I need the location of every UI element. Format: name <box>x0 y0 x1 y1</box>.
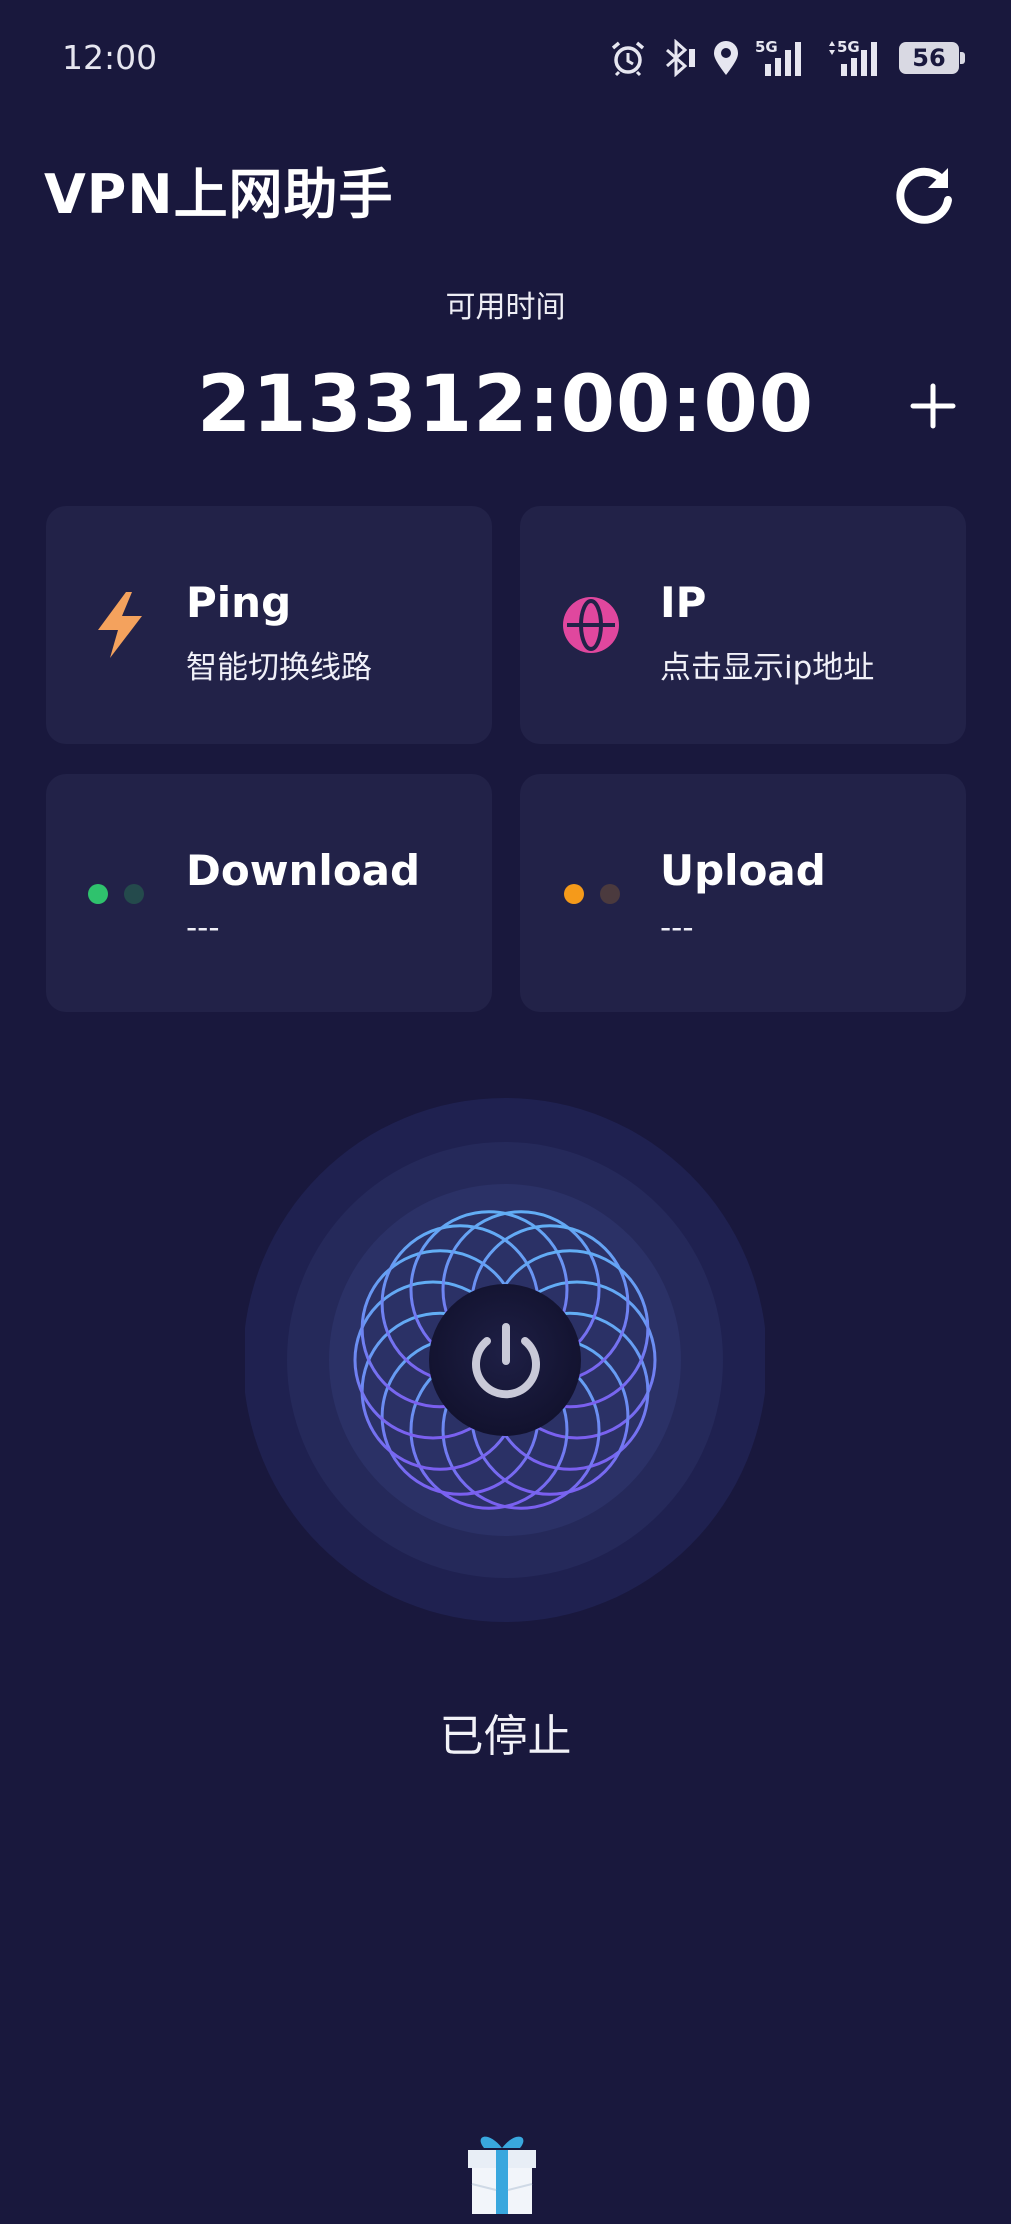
ip-card[interactable]: IP 点击显示ip地址 <box>520 506 966 744</box>
connection-status: 已停止 <box>439 1711 572 1762</box>
power-icon <box>472 1323 540 1399</box>
lightning-icon <box>98 592 142 658</box>
ip-title: IP <box>660 578 707 627</box>
location-icon <box>714 41 738 75</box>
bluetooth-icon <box>666 39 695 77</box>
app-title: VPN上网助手 <box>44 163 394 226</box>
battery-indicator: 56 <box>899 42 965 74</box>
upload-card: Upload --- <box>520 774 966 1012</box>
power-button[interactable] <box>430 1285 582 1437</box>
refresh-button[interactable] <box>890 160 960 230</box>
alarm-icon <box>611 41 645 77</box>
available-time-value: 213312:00:00 <box>196 360 815 450</box>
refresh-icon <box>896 167 952 224</box>
status-icons: 5G 5G 56 <box>609 36 965 80</box>
ping-subtitle: 智能切换线路 <box>186 650 372 686</box>
gift-button[interactable] <box>462 2128 542 2218</box>
upload-dot-inactive <box>600 884 620 904</box>
signal-5g-icon: 5G <box>755 38 813 78</box>
status-bar: 12:00 5G 5G 56 <box>0 0 1011 110</box>
download-dot-active <box>88 884 108 904</box>
ping-card[interactable]: Ping 智能切换线路 <box>46 506 492 744</box>
download-value: --- <box>186 910 220 946</box>
add-time-button[interactable] <box>905 378 961 434</box>
download-card: Download --- <box>46 774 492 1012</box>
ip-subtitle: 点击显示ip地址 <box>660 650 875 686</box>
ping-title: Ping <box>186 578 292 627</box>
signal-5g-data-icon: 5G <box>827 38 885 78</box>
plus-icon <box>910 383 956 429</box>
download-title: Download <box>186 846 421 895</box>
download-dot-inactive <box>124 884 144 904</box>
upload-value: --- <box>660 910 694 946</box>
globe-icon <box>563 597 619 653</box>
available-time-label: 可用时间 <box>445 290 566 325</box>
gift-icon <box>468 2136 536 2214</box>
status-time: 12:00 <box>62 38 158 77</box>
upload-title: Upload <box>660 846 826 895</box>
upload-dot-active <box>564 884 584 904</box>
